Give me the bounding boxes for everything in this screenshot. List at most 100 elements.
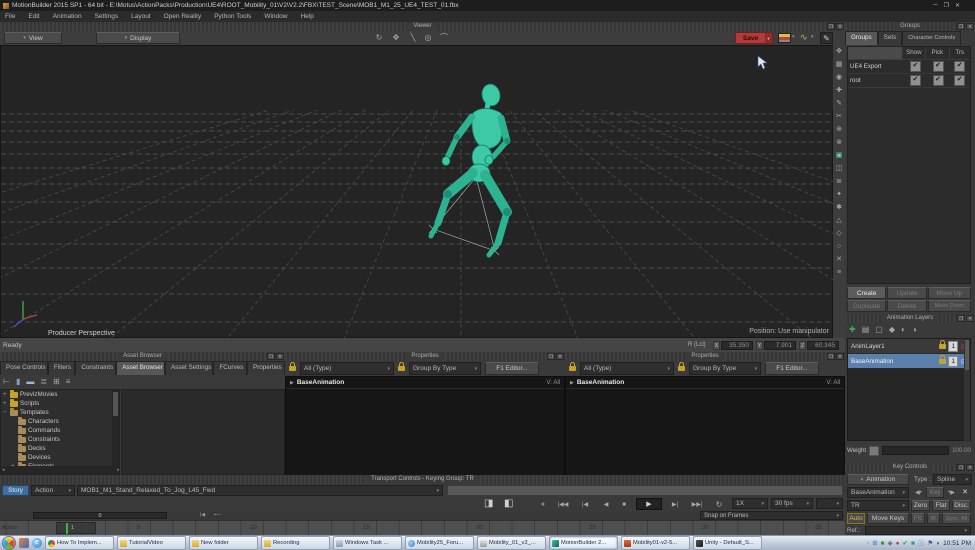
snap-dropdown[interactable]: ▾	[816, 498, 843, 509]
side-tool-icon[interactable]: ▦	[836, 58, 843, 71]
zoom-out-icon[interactable]: |◀	[200, 512, 205, 518]
zero-button[interactable]: Zero	[911, 500, 930, 511]
show-checkbox[interactable]: ✔	[910, 61, 921, 72]
pick-checkbox[interactable]: ✔	[933, 61, 944, 72]
tree-item[interactable]: +PrevizMovies	[1, 390, 119, 399]
pan-camera-icon[interactable]: ✥	[389, 32, 403, 44]
manipulator-pencil-icon[interactable]: ✎	[820, 32, 833, 44]
weight-thumb[interactable]	[869, 446, 879, 456]
next-frame-button[interactable]: ▶|	[668, 499, 682, 511]
tray-icon[interactable]: ●	[896, 540, 900, 547]
tab-asset-settings[interactable]: Asset Settings	[165, 361, 213, 375]
tab-character-controls[interactable]: Character Controls	[902, 31, 961, 45]
type-filter-dropdown[interactable]: All (Type)▾	[300, 362, 394, 375]
task-mobility01-v2[interactable]: Mobility_01_v2_...	[477, 536, 546, 550]
tree-item[interactable]: Devices	[1, 453, 119, 462]
duplicate-layer-icon[interactable]: ▤	[862, 324, 870, 337]
key-layer-dropdown[interactable]: BaseAnimation▾	[847, 487, 909, 498]
show-checkbox[interactable]: ✔	[910, 75, 921, 86]
lock-icon[interactable]	[289, 366, 296, 371]
display-dropdown[interactable]: ▾ Display	[96, 32, 180, 44]
menu-python-tools[interactable]: Python Tools	[214, 13, 251, 20]
task-mobility25-forum[interactable]: Mobility25_Foru...	[405, 536, 474, 550]
auto-key-button[interactable]: Auto	[847, 513, 865, 524]
type-filter-dropdown[interactable]: All (Type)▾	[580, 362, 674, 375]
layer-weight-badge[interactable]: 1	[948, 341, 958, 352]
story-button[interactable]: Story	[2, 485, 29, 496]
menu-edit[interactable]: Edit	[28, 13, 39, 20]
sync-all-button[interactable]: Sync. All	[942, 513, 971, 524]
zoom-slider-icon[interactable]: ▪—	[214, 512, 221, 518]
column-view-icon[interactable]: ▮	[16, 376, 20, 389]
menu-settings[interactable]: Settings	[95, 13, 119, 20]
lock-icon[interactable]	[569, 366, 576, 371]
goto-start-button[interactable]: |◀◀	[554, 499, 572, 511]
scroll-right-icon[interactable]: ▸	[117, 466, 120, 474]
side-tool-icon[interactable]: ◫	[836, 162, 843, 175]
start-button[interactable]	[2, 536, 16, 550]
playhead-marker[interactable]	[66, 523, 68, 534]
tray-icon[interactable]: ✔	[903, 540, 908, 547]
tree-vertical-scrollbar[interactable]	[112, 390, 119, 468]
tree-item[interactable]: Characters	[1, 417, 119, 426]
stop-button[interactable]: ■	[618, 499, 630, 511]
side-tool-icon[interactable]: ◇	[836, 227, 841, 240]
side-tool-icon[interactable]: ✥	[836, 45, 842, 58]
delete-group-button[interactable]: Delete	[887, 300, 926, 312]
zigzag-arrow-icon[interactable]: ▾	[811, 34, 814, 40]
current-frame-field[interactable]: 0	[33, 512, 167, 519]
key-button[interactable]: Key	[926, 487, 944, 498]
loop-button[interactable]: ↻	[712, 499, 726, 511]
tree-item[interactable]: Decks	[1, 444, 119, 453]
take-notes-field[interactable]	[447, 485, 843, 496]
view-all-label[interactable]: V: All	[547, 380, 560, 386]
tab-pose-controls[interactable]: Pose Controls	[0, 361, 48, 375]
playhead-box[interactable]: 1	[56, 522, 96, 534]
side-tool-icon[interactable]: ≣	[836, 175, 842, 188]
group-row[interactable]: root ✔ ✔ ✔	[848, 74, 970, 88]
pane-maximize-icon[interactable]: ❐	[957, 23, 965, 30]
view-all-label[interactable]: V: All	[827, 380, 840, 386]
menu-window[interactable]: Window	[264, 13, 287, 20]
pane-close-icon[interactable]: ✕	[966, 464, 974, 471]
pane-close-icon[interactable]: ✕	[556, 353, 564, 360]
side-tool-icon-active[interactable]: ▣	[836, 149, 843, 162]
rotation-x-field[interactable]: 35.350	[721, 341, 753, 350]
layout-toggle-icon[interactable]: ◨	[484, 498, 493, 509]
disc-button[interactable]: Disc.	[952, 500, 971, 511]
menu-file[interactable]: File	[5, 13, 15, 20]
restore-button[interactable]: ❐	[944, 2, 949, 9]
pane-close-icon[interactable]: ✕	[966, 23, 974, 30]
panel-view-icon[interactable]: ▬	[26, 376, 34, 389]
weight-slider[interactable]	[882, 446, 949, 455]
layout-toggle-icon[interactable]: ◧	[504, 498, 513, 509]
ik-button[interactable]: IK	[927, 513, 940, 524]
delete-key-icon[interactable]: ✕	[959, 487, 971, 499]
pane-maximize-icon[interactable]: ❐	[267, 353, 275, 360]
tree-item[interactable]: Commands	[1, 426, 119, 435]
previous-key-button[interactable]: |◀	[578, 499, 592, 511]
task-new-folder[interactable]: New folder	[189, 536, 258, 550]
menu-layout[interactable]: Layout	[131, 13, 151, 20]
layer-row-selected[interactable]: BaseAnimation 1 ⊘	[848, 354, 970, 369]
expand-arrow-icon[interactable]: ▶	[570, 380, 574, 386]
take-name-dropdown[interactable]: MOB1_M1_Stand_Relaxed_To_Jog_L45_Fwd▾	[77, 485, 443, 496]
merge-layer-icon[interactable]: ◆	[889, 324, 895, 337]
tab-sets[interactable]: Sets	[878, 31, 903, 45]
rotation-z-field[interactable]: 60.345	[807, 341, 839, 350]
side-tool-icon[interactable]: ✕	[836, 253, 842, 266]
pick-column-header[interactable]: Pick	[926, 47, 949, 59]
layer-lock-icon[interactable]	[939, 344, 946, 349]
menu-animation[interactable]: Animation	[53, 13, 82, 20]
pane-maximize-icon[interactable]: ❐	[827, 353, 835, 360]
editor-button[interactable]: F1 Editor...	[485, 362, 539, 375]
play-button[interactable]: ▶	[636, 498, 662, 510]
layers-scrollbar[interactable]	[964, 339, 970, 442]
tray-icon[interactable]: ■	[881, 540, 885, 547]
group-row[interactable]: UE4 Export ✔ ✔ ✔	[848, 60, 970, 74]
side-tool-icon[interactable]: ⊕	[836, 123, 842, 136]
detail-view-icon[interactable]: ≡	[66, 376, 71, 389]
group-by-dropdown[interactable]: Group By Type▾	[409, 362, 481, 375]
viewport-3d[interactable]: Producer Perspective Position: Use manip…	[0, 45, 833, 338]
tree-item[interactable]: −Templates	[1, 408, 119, 417]
